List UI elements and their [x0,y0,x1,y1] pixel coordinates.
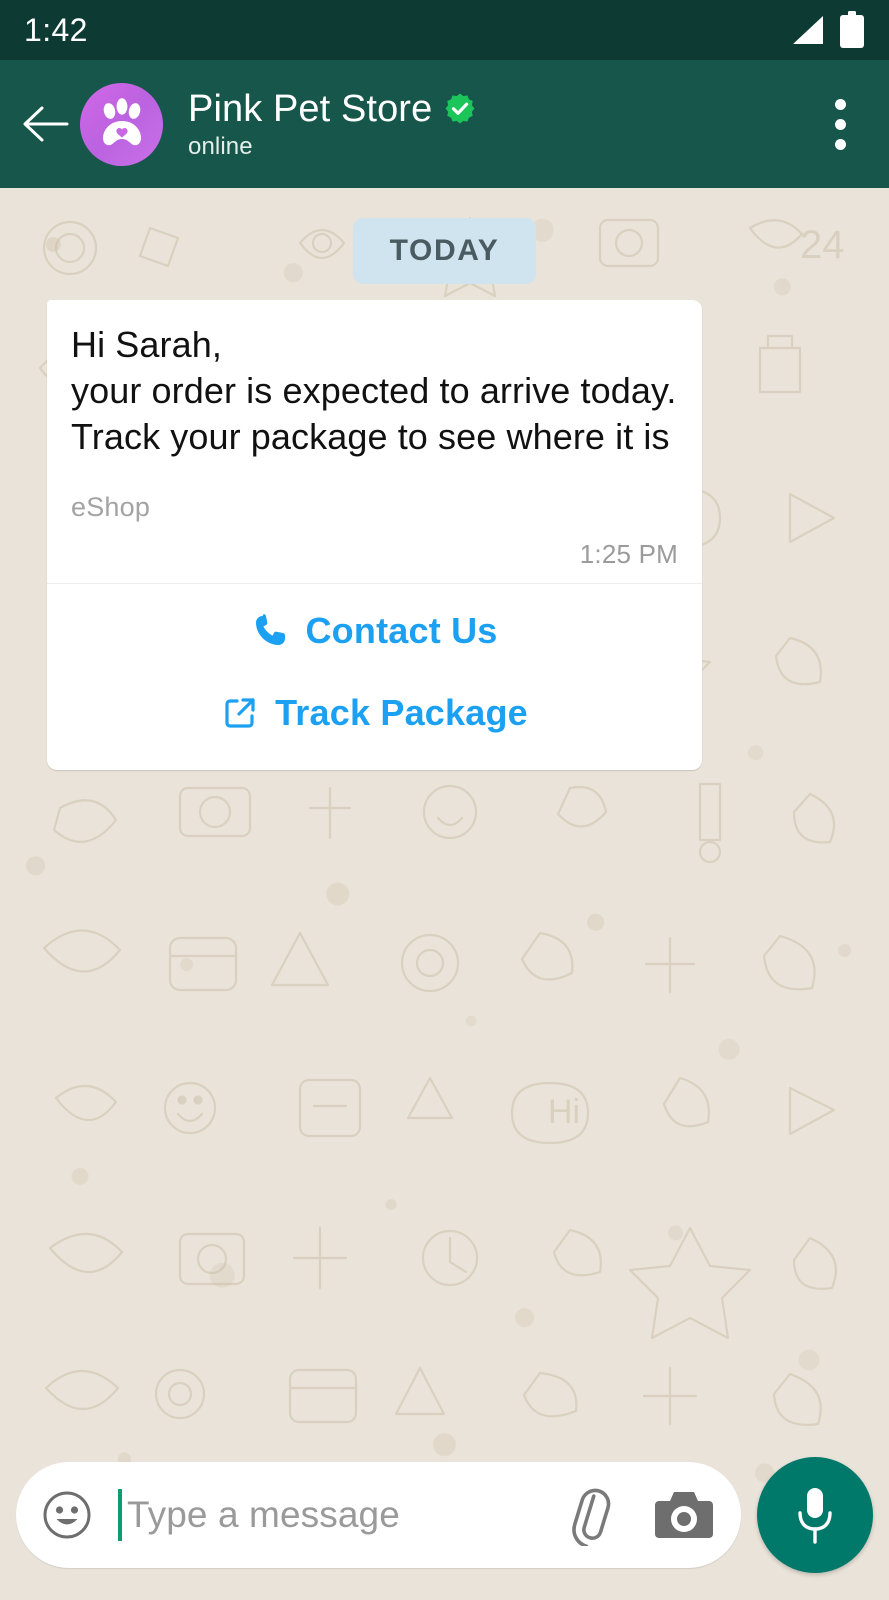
emoji-button[interactable] [38,1486,96,1544]
contact-us-label: Contact Us [305,610,498,651]
contact-name: Pink Pet Store [188,87,433,130]
battery-icon [840,11,864,48]
camera-icon [655,1492,713,1538]
paw-heart-icon [102,98,141,146]
more-vertical-icon [834,98,846,110]
message-input-placeholder: Type a message [127,1494,400,1535]
signal-icon [793,16,823,44]
external-link-icon [221,694,259,732]
message-bubble-body: Hi Sarah, your order is expected to arri… [47,300,702,531]
verified-check-icon [445,93,475,124]
composer-bar: Type a message [0,1430,889,1600]
status-bar: 1:42 [0,0,889,60]
header-title-row: Pink Pet Store [188,88,477,131]
message-input[interactable]: Type a message [118,1462,545,1568]
message-sender-footer: eShop [71,492,151,522]
status-bar-icons [787,11,865,49]
chat-header: Pink Pet Store online [0,60,889,188]
header-contact-info[interactable]: Pink Pet Store online [188,88,477,161]
whatsapp-chat-screen: 1:42 Pink Pet Store online 24 Hi TODAY H… [0,0,889,1600]
avatar[interactable] [80,82,163,166]
voice-record-button[interactable] [757,1457,873,1573]
camera-button[interactable] [653,1487,715,1543]
paperclip-icon [572,1488,611,1546]
attach-button[interactable] [557,1484,619,1546]
date-divider: TODAY [352,218,537,284]
presence-status: online [188,132,253,160]
status-clock: 1:42 [24,11,88,48]
track-package-button[interactable]: Track Package [47,672,702,754]
back-arrow-icon [23,106,69,142]
conversation-pane[interactable]: 24 Hi TODAY Hi Sarah, your order is expe… [0,188,889,1600]
more-vertical-icon [834,138,846,150]
emoji-smiley-icon [43,1491,91,1539]
date-divider-row: TODAY [0,218,889,284]
message-text: Hi Sarah, your order is expected to arri… [71,324,677,457]
phone-icon [251,612,289,650]
svg-text:Hi: Hi [548,1093,580,1131]
message-meta: 1:25 PM [47,531,702,583]
more-vertical-icon [834,118,846,130]
composer-input-field[interactable]: Type a message [16,1462,741,1568]
message-timestamp: 1:25 PM [579,539,678,569]
message-bubble-incoming[interactable]: Hi Sarah, your order is expected to arri… [47,300,702,770]
track-package-label: Track Package [275,692,528,733]
text-cursor [118,1489,122,1541]
overflow-menu-button[interactable] [813,92,867,156]
message-quick-actions: Contact Us Track Package [47,583,702,770]
contact-us-button[interactable]: Contact Us [47,590,702,672]
microphone-icon [798,1488,832,1544]
back-button[interactable] [18,97,72,151]
